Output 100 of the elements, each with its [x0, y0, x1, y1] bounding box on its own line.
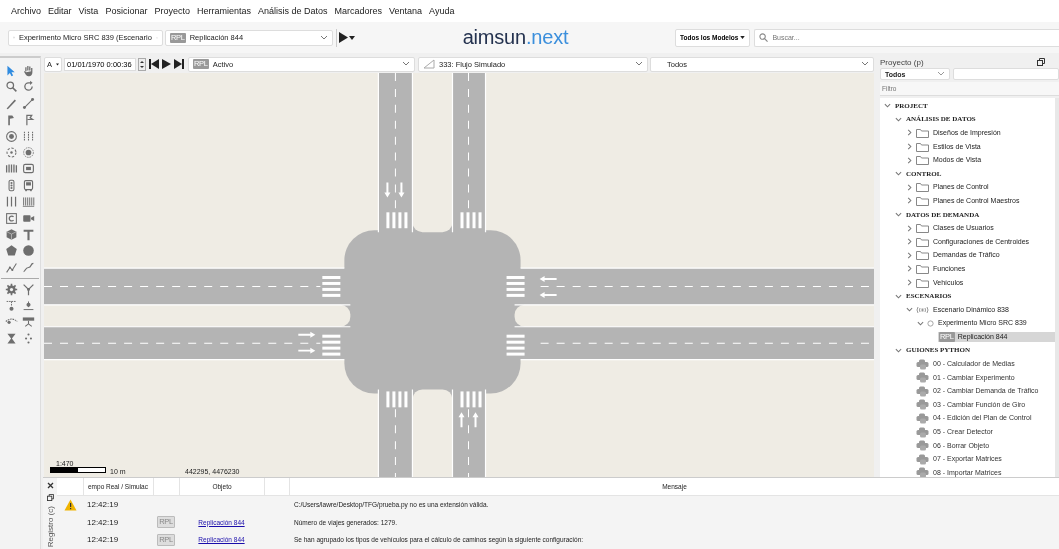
skip-forward-icon[interactable]: [174, 59, 184, 69]
chevron-icon: [635, 61, 643, 67]
chevron-icon: [861, 61, 869, 67]
bars-icon[interactable]: [22, 129, 35, 143]
chevron-icon[interactable]: [906, 251, 913, 259]
traffic-light-icon[interactable]: [5, 178, 18, 192]
menu-item[interactable]: Marcadores: [334, 6, 383, 16]
chevron-icon[interactable]: [906, 129, 913, 137]
chevron-icon: [937, 71, 945, 77]
hand-icon[interactable]: [22, 64, 35, 77]
chevron-icon[interactable]: [906, 238, 913, 246]
bars-icon[interactable]: [22, 195, 35, 209]
folder-icon: [916, 236, 929, 247]
pin-icon[interactable]: [5, 299, 18, 313]
puzzle-icon: [916, 440, 929, 452]
circle-icon: [927, 319, 934, 327]
menu-item[interactable]: Posicionar: [105, 6, 148, 16]
puzzle-icon: [916, 358, 929, 370]
square-icon[interactable]: [5, 211, 18, 225]
fork-icon[interactable]: [22, 282, 35, 296]
time-cell: 12:42:19: [87, 517, 119, 527]
folder-icon: [916, 182, 929, 193]
chevron-icon[interactable]: [895, 170, 902, 178]
curve-icon[interactable]: [22, 260, 35, 274]
chevron-icon[interactable]: [906, 224, 913, 232]
pentagon-icon[interactable]: [5, 244, 18, 258]
chevron-icon[interactable]: [917, 319, 924, 327]
puzzle-icon: [916, 467, 929, 477]
spinner-icon[interactable]: [138, 57, 146, 71]
folder-icon: [916, 277, 929, 288]
gear-icon[interactable]: [5, 282, 18, 296]
folder-icon: [916, 155, 929, 166]
folder-icon: [916, 223, 929, 234]
skip-back-icon[interactable]: [149, 59, 159, 69]
puzzle-icon: [916, 426, 929, 438]
caret-icon: [56, 62, 59, 66]
chevron-icon[interactable]: [906, 197, 913, 205]
chevron-icon[interactable]: [906, 279, 913, 286]
bars-icon[interactable]: [5, 195, 18, 209]
folder-icon: [916, 263, 929, 274]
chevron-icon[interactable]: [906, 143, 913, 151]
circle-icon[interactable]: [22, 244, 35, 258]
pin-icon[interactable]: [22, 299, 35, 313]
folder-icon: [916, 128, 929, 138]
hourglass-icon[interactable]: [5, 331, 18, 345]
folder-icon: [916, 250, 929, 261]
puzzle-icon: [916, 412, 929, 424]
restore-icon[interactable]: [1037, 58, 1045, 66]
menu-item[interactable]: Ayuda: [429, 6, 455, 16]
target-icon[interactable]: [5, 129, 18, 143]
sign-icon[interactable]: [22, 162, 35, 176]
search-icon: [759, 33, 769, 42]
chevron-icon[interactable]: [895, 347, 902, 354]
crosshair-icon[interactable]: [5, 145, 18, 159]
close-icon[interactable]: [46, 482, 54, 489]
menu-item[interactable]: Análisis de Datos: [258, 6, 328, 16]
menu-item[interactable]: Proyecto: [154, 6, 190, 16]
puzzle-icon: [916, 372, 929, 384]
scale-bar: [50, 467, 106, 473]
dots-icon[interactable]: [22, 331, 35, 345]
puzzle-icon: [916, 399, 929, 411]
chevron-icon[interactable]: [895, 292, 902, 300]
cube-icon[interactable]: [5, 227, 18, 241]
puzzle-icon: [916, 453, 929, 465]
signal-icon: [916, 305, 929, 314]
caret-icon: [349, 35, 355, 40]
search-icon[interactable]: [5, 80, 18, 94]
menu-item[interactable]: Editar: [48, 6, 72, 16]
puzzle-icon: [916, 385, 929, 397]
folder-icon: [916, 195, 929, 206]
chevron-icon[interactable]: [906, 306, 913, 314]
rotate-icon[interactable]: [22, 80, 35, 94]
chevron-icon[interactable]: [906, 265, 913, 273]
caret-icon: [740, 36, 746, 39]
menu-item[interactable]: Ventana: [389, 6, 423, 16]
chevron-icon[interactable]: [895, 115, 902, 123]
menu-item[interactable]: Archivo: [11, 6, 41, 16]
bus-icon[interactable]: [22, 178, 35, 192]
chevron-icon[interactable]: [895, 211, 902, 219]
warning-icon: [63, 498, 77, 511]
chevron-icon[interactable]: [884, 102, 891, 110]
folder-icon: [916, 141, 929, 152]
chevron-icon[interactable]: [906, 156, 913, 164]
chevron-icon: [402, 61, 410, 67]
bars-icon[interactable]: [5, 162, 18, 176]
time-cell: 12:42:19: [87, 535, 119, 545]
menu-item[interactable]: Herramientas: [196, 6, 251, 16]
panel-title: Registro (c): [45, 506, 55, 548]
chevron-icon[interactable]: [906, 183, 913, 191]
menu-item[interactable]: Vista: [78, 6, 99, 16]
t-shape-icon[interactable]: [22, 227, 35, 241]
play-icon[interactable]: [162, 59, 171, 69]
chevron-icon: [320, 34, 328, 41]
line-icon[interactable]: [22, 96, 35, 110]
target-icon[interactable]: [22, 145, 35, 159]
run-button[interactable]: [336, 28, 358, 47]
time-cell: 12:42:19: [87, 500, 119, 510]
node-icon[interactable]: [22, 315, 35, 329]
panel-title: Proyecto (p): [880, 57, 924, 67]
restore-icon[interactable]: [46, 494, 54, 501]
